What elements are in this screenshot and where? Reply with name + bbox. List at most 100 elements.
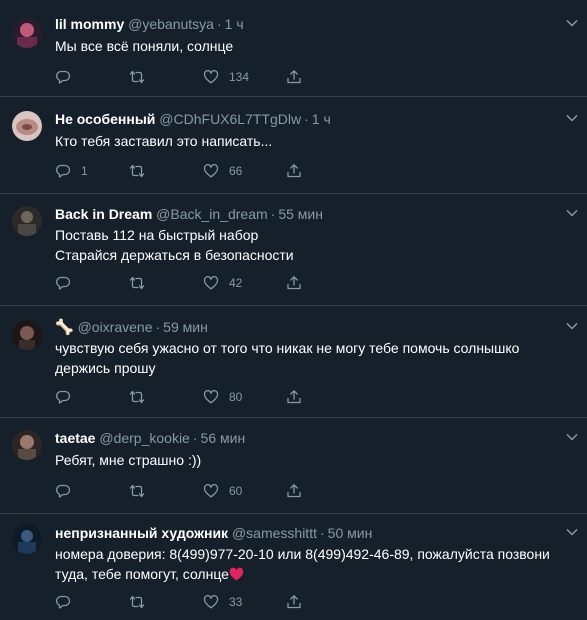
display-name[interactable]: Не особенный [55, 111, 155, 127]
tweet-line: чувствую себя ужасно от того что никак н… [55, 340, 520, 356]
tweet[interactable]: непризнанный художник @samesshittt · 50 ми… [0, 514, 587, 620]
chevron-down-icon[interactable] [565, 206, 579, 220]
like-count: 134 [229, 70, 250, 84]
tweet-line-text: туда, тебе помогут, солнце [55, 566, 229, 582]
like-button[interactable]: 66 [203, 161, 242, 181]
user-handle[interactable]: @oixravene [78, 319, 153, 335]
reply-icon [56, 276, 71, 290]
chevron-down-icon[interactable] [565, 319, 579, 333]
like-button[interactable]: 42 [203, 273, 242, 293]
retweet-button[interactable] [129, 161, 145, 181]
display-name[interactable]: Back in Dream [55, 206, 152, 222]
display-name[interactable]: lil mommy [55, 16, 124, 32]
tweet-header: Back in Dream @Back_in_dream · 55 мин [55, 204, 547, 224]
share-button[interactable] [286, 592, 302, 612]
separator: · [192, 430, 198, 446]
reply-icon [56, 595, 71, 609]
retweet-button[interactable] [129, 67, 145, 87]
tweet-line: Поставь 112 на быстрый набор [55, 227, 259, 243]
like-button[interactable]: 33 [203, 592, 242, 612]
user-handle[interactable]: @yebanutsya [128, 16, 214, 32]
reply-button[interactable] [55, 481, 81, 501]
tweet[interactable]: Не особенный @CDhFUX6L7TTgDlw · 1 ч Кто те… [0, 97, 587, 194]
tweet[interactable]: 🦴 @oixravene · 59 мин чувствую себя ужасно… [0, 306, 587, 418]
user-handle[interactable]: @Back_in_dream [156, 206, 268, 222]
share-icon [287, 484, 301, 498]
reply-button[interactable]: 1 [55, 161, 88, 181]
tweet-text: номера доверия: 8(499)977-20-10 или 8(49… [55, 544, 579, 584]
tweet-actions: 33 [55, 592, 315, 612]
heart-icon [203, 275, 219, 290]
user-handle[interactable]: @derp_kookie [99, 430, 190, 446]
like-count: 42 [229, 276, 243, 290]
tweet-actions: 60 [55, 481, 315, 501]
like-button[interactable]: 60 [203, 481, 242, 501]
avatar[interactable] [12, 206, 42, 236]
timestamp[interactable]: 1 ч [312, 111, 331, 127]
tweet-text: Мы все всё поняли, солнце [55, 36, 579, 56]
reply-icon [56, 164, 71, 178]
user-handle[interactable]: @CDhFUX6L7TTgDlw [159, 111, 301, 127]
separator: · [319, 525, 325, 541]
retweet-button[interactable] [129, 592, 145, 612]
tweet-replies-feed: lil mommy @yebanutsya · 1 ч Мы все всё пон… [0, 0, 587, 620]
reply-button[interactable] [55, 273, 81, 293]
reply-icon [56, 390, 71, 404]
timestamp[interactable]: 55 мин [278, 206, 323, 222]
display-name[interactable]: непризнанный художник [55, 525, 228, 541]
like-button[interactable]: 134 [203, 67, 249, 87]
like-button[interactable]: 80 [203, 387, 242, 407]
heart-icon [203, 69, 219, 84]
timestamp[interactable]: 59 мин [163, 319, 208, 335]
separator: · [216, 16, 222, 32]
tweet-header: taetae @derp_kookie · 56 мин [55, 428, 547, 448]
retweet-icon [129, 595, 145, 609]
display-name[interactable]: taetae [55, 430, 95, 446]
avatar[interactable] [12, 320, 42, 350]
share-button[interactable] [286, 67, 302, 87]
like-count: 66 [229, 164, 243, 178]
tweet-text: Поставь 112 на быстрый набор Старайся де… [55, 225, 579, 265]
share-button[interactable] [286, 387, 302, 407]
chevron-down-icon[interactable] [565, 525, 579, 539]
chevron-down-icon[interactable] [565, 16, 579, 30]
tweet[interactable]: lil mommy @yebanutsya · 1 ч Мы все всё пон… [0, 0, 587, 97]
tweet[interactable]: Back in Dream @Back_in_dream · 55 мин Пост… [0, 194, 587, 306]
heart-icon [203, 594, 219, 609]
chevron-down-icon[interactable] [565, 111, 579, 125]
tweet-header: lil mommy @yebanutsya · 1 ч [55, 14, 547, 34]
tweet-actions: 42 [55, 273, 315, 293]
separator: · [304, 111, 309, 127]
chevron-down-icon[interactable] [565, 430, 579, 444]
share-button[interactable] [286, 273, 302, 293]
tweet-header: 🦴 @oixravene · 59 мин [55, 317, 547, 337]
avatar[interactable] [12, 18, 42, 48]
tweet-line: номера доверия: 8(499)977-20-10 или 8(49… [55, 546, 550, 562]
tweet-line: туда, тебе помогут, солнце [55, 564, 579, 584]
user-handle[interactable]: @samesshittt [232, 525, 317, 541]
heart-icon [203, 389, 219, 404]
reply-icon [56, 484, 71, 498]
retweet-button[interactable] [129, 387, 145, 407]
share-button[interactable] [286, 161, 302, 181]
avatar[interactable] [12, 430, 42, 460]
tweet-line: Ребят, мне страшно :)) [55, 452, 202, 468]
timestamp[interactable]: 50 мин [328, 525, 373, 541]
timestamp[interactable]: 56 мин [201, 430, 246, 446]
reply-button[interactable] [55, 592, 81, 612]
avatar[interactable] [12, 111, 42, 141]
share-icon [287, 276, 301, 290]
tweet-actions: 134 [55, 67, 315, 87]
share-button[interactable] [286, 481, 302, 501]
tweet-line: держись прошу [55, 360, 156, 376]
reply-button[interactable] [55, 387, 81, 407]
avatar[interactable] [12, 524, 42, 554]
timestamp[interactable]: 1 ч [225, 16, 244, 32]
tweet[interactable]: taetae @derp_kookie · 56 мин Ребят, мне ст… [0, 418, 587, 514]
retweet-button[interactable] [129, 481, 145, 501]
display-name[interactable]: 🦴 [55, 319, 74, 336]
retweet-button[interactable] [129, 273, 145, 293]
reply-button[interactable] [55, 67, 81, 87]
reply-count: 1 [81, 164, 88, 178]
heart-icon [203, 163, 219, 178]
